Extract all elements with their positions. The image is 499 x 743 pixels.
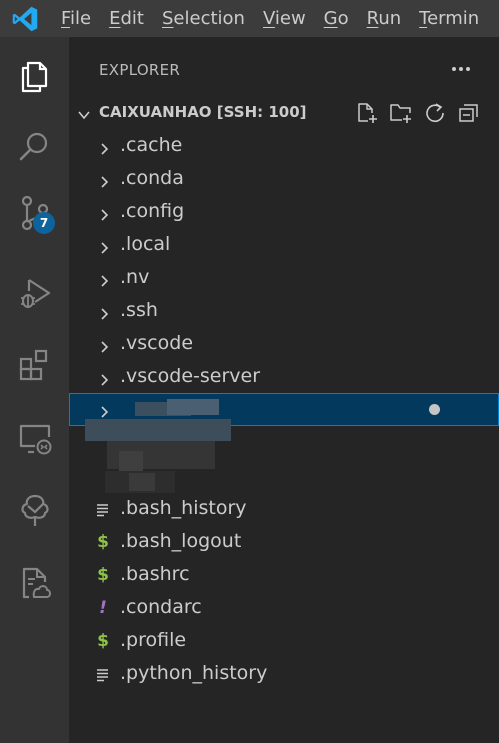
tree-file-item[interactable]: $ .profile [69,625,499,658]
tree-file-item[interactable]: ! .condarc [69,592,499,625]
menu-item[interactable]: Go [315,0,358,37]
menu-mnemonic: V [262,8,275,29]
menu-mnemonic: S [161,8,174,29]
docs-activity[interactable] [0,552,69,618]
menu-mnemonic: T [419,8,428,29]
menu-item[interactable]: Run [358,0,411,37]
explorer-sidebar: EXPLORER CAIXUANHAO [SSH: 100] .cache .co… [69,37,499,743]
menu-label: iew [274,8,306,29]
tree-item-label: .local [120,233,171,255]
source-control-badge: 7 [33,212,55,234]
refresh-icon[interactable] [423,101,447,125]
extensions-icon [16,346,54,388]
tree-folder-item[interactable]: .vscode [69,328,499,361]
menu-label: dit [120,8,144,29]
new-folder-icon[interactable] [389,101,413,125]
extensions-activity[interactable] [0,334,69,400]
files-icon [16,58,54,100]
remote-explorer-activity[interactable] [0,407,69,473]
tree-item-label: .nv [120,266,150,288]
menu-label: un [378,8,402,29]
chevron-down-icon [77,107,91,121]
modified-dot-icon [429,404,440,415]
explorer-activity[interactable] [0,46,69,112]
tree-icon [16,492,54,534]
tree-item-label: .profile [120,629,187,651]
more-actions-icon[interactable] [449,59,473,79]
new-file-icon[interactable] [355,101,379,125]
tree-item-label: .vscode-server [120,365,261,387]
menu-mnemonic: E [109,8,121,29]
chevron-right-icon [98,140,110,155]
search-icon [16,128,54,170]
chevron-right-icon [98,206,110,221]
tree-file-item[interactable]: $ .bashrc [69,559,499,592]
tree-folder-item[interactable]: .vscode-server [69,361,499,394]
tree-item-label: .ssh [120,299,158,321]
tree-item-label: .python_history [120,662,268,684]
tree-file-item[interactable]: $ .bash_logout [69,526,499,559]
menu-item[interactable]: View [254,0,315,37]
menu-label: o [337,8,349,29]
tree-item-label: .vscode [120,332,194,354]
menu-label: ermin [427,8,480,29]
menu-item[interactable]: File [50,0,100,37]
lines-icon [95,664,111,684]
exclamation-icon: ! [99,598,107,618]
tree-item-label: .bashrc [120,563,190,585]
chevron-right-icon [98,305,110,320]
vscode-logo-icon [0,0,50,37]
menu-item[interactable]: Selection [153,0,254,37]
workspace-folder-title: CAIXUANHAO [SSH: 100] [99,103,307,121]
source-control-activity[interactable]: 7 [0,182,69,248]
chevron-right-icon [98,272,110,287]
tree-folder-item[interactable]: .nv [69,262,499,295]
tree-file-item[interactable]: .python_history [69,658,499,691]
search-activity[interactable] [0,116,69,182]
run-debug-activity[interactable] [0,262,69,328]
tree-folder-item[interactable]: .local [69,229,499,262]
menu-label: election [173,8,245,29]
run-debug-icon [16,274,54,316]
workspace-folder-header[interactable]: CAIXUANHAO [SSH: 100] [69,99,499,127]
chevron-right-icon [98,371,110,386]
menu-item[interactable]: Edit [100,0,153,37]
tree-folder-item[interactable]: .cache [69,130,499,163]
tree-item-label: .cache [120,134,183,156]
tree-item-label: .conda [120,167,184,189]
menu-mnemonic: R [366,8,379,29]
menu-item[interactable]: Termin [410,0,488,37]
remote-explorer-icon [16,419,54,461]
menu-mnemonic: F [61,8,71,29]
tree-item-label: .config [120,200,185,222]
menu-label: ile [70,8,92,29]
tree-item-label: .bash_logout [120,530,242,552]
menu-mnemonic: G [323,8,338,29]
dollar-icon: $ [97,631,109,651]
chevron-right-icon [98,239,110,254]
chevron-right-icon [98,338,110,353]
activity-bar: 7 [0,37,69,743]
tree-folder-item[interactable]: .ssh [69,295,499,328]
explorer-title: EXPLORER [99,61,181,79]
chevron-right-icon [98,173,110,188]
tree-folder-item[interactable]: .conda [69,163,499,196]
collapse-all-icon[interactable] [457,101,481,125]
title-bar: File Edit Selection View Go Run Termin [0,0,499,37]
redacted-region [69,393,269,503]
dollar-icon: $ [97,532,109,552]
tree-item-label: .condarc [120,596,202,618]
menu-bar: File Edit Selection View Go Run Termin [50,0,488,37]
tree-activity[interactable] [0,480,69,546]
tree-folder-item[interactable]: .config [69,196,499,229]
dollar-icon: $ [97,565,109,585]
document-cloud-icon [16,564,54,606]
